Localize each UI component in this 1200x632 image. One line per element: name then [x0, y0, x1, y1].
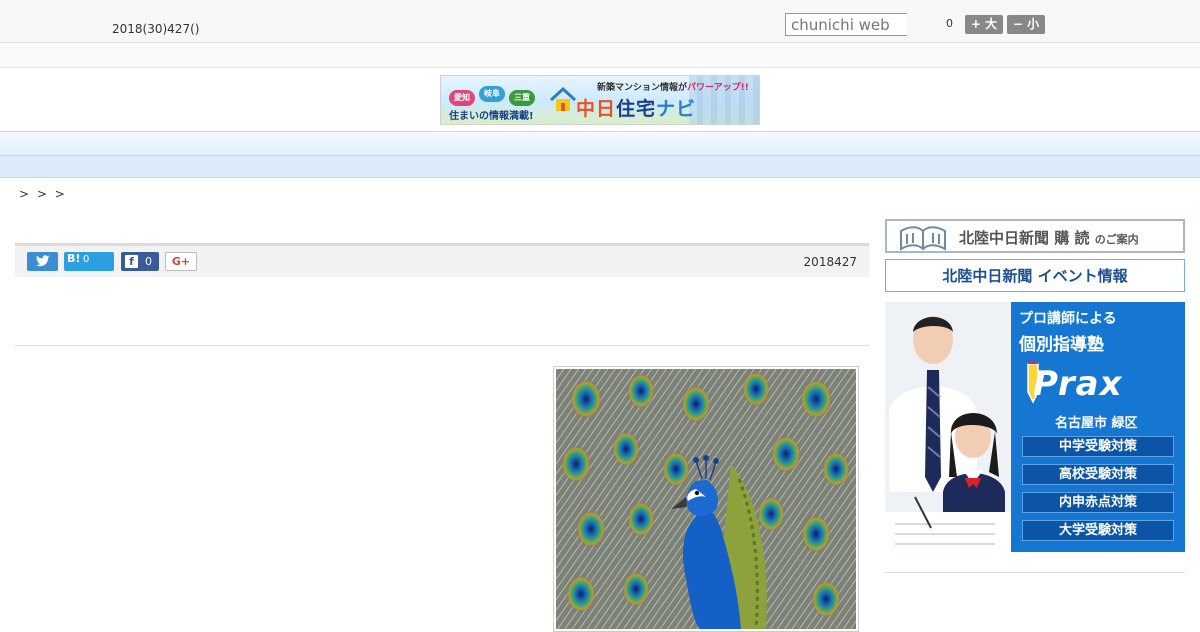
house-icon — [549, 86, 577, 111]
event-info-banner[interactable]: 北陸中日新聞 イベント情報 — [885, 259, 1185, 292]
housing-navi-banner[interactable]: 愛知 岐阜 三重 住まいの情報満載! 新築マンション情報がパワーアップ!! 中日… — [440, 75, 760, 125]
prax-line1: プロ講師による — [1019, 311, 1117, 327]
hatena-bookmark-button[interactable]: B! 0 — [64, 252, 114, 271]
prax-logo: Prax — [1033, 364, 1123, 404]
brand-part: 中日 — [576, 98, 617, 120]
hatena-count: 0 — [83, 254, 90, 265]
google-plus-button[interactable]: G+ — [165, 252, 197, 271]
prax-ad[interactable]: プロ講師による 個別指導塾 Prax 名古屋市 緑区 中学受験対策 高校受験対策… — [885, 302, 1185, 552]
brand-part: ナビ — [656, 98, 697, 120]
hatena-icon: B! — [67, 252, 81, 265]
prax-line2: 個別指導塾 — [1019, 335, 1104, 355]
article-date: 2018427 — [803, 255, 857, 269]
banner-pill: 三重 — [509, 90, 535, 106]
article-divider — [15, 345, 869, 346]
prax-tag: 高校受験対策 — [1022, 464, 1174, 485]
subscription-main: 北陸中日新聞 購 読 — [959, 229, 1090, 247]
prax-tag: 大学受験対策 — [1022, 520, 1174, 541]
header-strip — [0, 43, 1200, 68]
header-count: 0 — [946, 17, 953, 30]
top-bar: 2018(30)427() 0 + 大 − 小 — [0, 0, 1200, 43]
prax-area: 名古屋市 緑区 — [1055, 416, 1138, 431]
twitter-icon — [36, 255, 50, 267]
breadcrumb[interactable]: > > > — [19, 187, 67, 201]
banner-tagline: 住まいの情報満載! — [449, 111, 534, 122]
banner-brand: 中日住宅ナビ — [576, 94, 696, 121]
newspaper-icon — [900, 226, 946, 251]
header-date: 2018(30)427() — [112, 22, 200, 36]
font-decrease-button[interactable]: − 小 — [1007, 15, 1045, 34]
search-input[interactable] — [785, 13, 907, 36]
banner-pill: 岐阜 — [479, 86, 505, 102]
prax-tag: 中学受験対策 — [1022, 436, 1174, 457]
prax-tag: 内申赤点対策 — [1022, 492, 1174, 513]
subscription-suffix: のご案内 — [1094, 233, 1139, 246]
facebook-icon: f — [125, 255, 138, 268]
sub-nav — [0, 156, 1200, 178]
twitter-share-button[interactable] — [27, 252, 58, 271]
banner-pill: 愛知 — [449, 90, 475, 106]
article-photo[interactable] — [553, 366, 859, 632]
sidebar-divider — [885, 572, 1185, 573]
subscription-banner[interactable]: 北陸中日新聞 購 読 のご案内 — [885, 219, 1185, 253]
facebook-count: 0 — [145, 255, 152, 268]
peacock-image — [556, 369, 856, 629]
tutor-illustration — [885, 302, 1011, 552]
main-nav — [0, 131, 1200, 156]
banner-kicker-text: 新築マンション情報が — [597, 83, 688, 93]
facebook-share-button[interactable]: f 0 — [121, 252, 159, 271]
banner-kicker-em: パワーアップ!! — [687, 83, 749, 93]
brand-part: 住宅 — [616, 98, 657, 120]
font-increase-button[interactable]: + 大 — [965, 15, 1003, 34]
subscription-text: 北陸中日新聞 購 読 のご案内 — [959, 227, 1139, 248]
share-bar: B! 0 f 0 G+ 2018427 — [15, 243, 869, 277]
banner-kicker: 新築マンション情報がパワーアップ!! — [597, 80, 749, 93]
